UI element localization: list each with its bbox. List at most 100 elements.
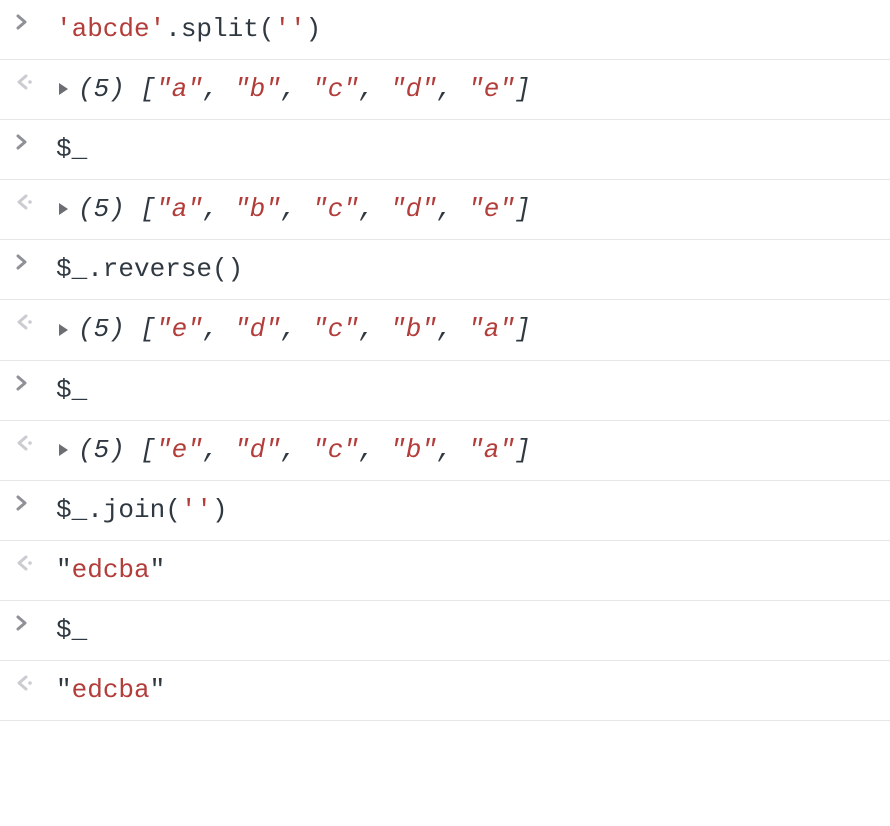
code-token: "e" [468,194,515,224]
row-gutter [14,613,42,633]
code-token: , [203,435,234,465]
code-token: , [437,435,468,465]
code-token: " [56,675,72,705]
row-gutter [14,72,42,92]
code-token: [ [140,74,156,104]
expand-toggle[interactable] [56,80,70,98]
console-output-row: (5) ["e", "d", "c", "b", "a"] [0,300,890,360]
code-token: "d" [390,74,437,104]
code-token: "b" [234,194,281,224]
row-gutter [14,553,42,573]
chevron-right-icon [14,493,30,513]
code-token: , [359,194,390,224]
code-token: ] [515,314,531,344]
code-token: [ [140,314,156,344]
code-token: " [150,675,166,705]
code-token: , [359,314,390,344]
code-token: $_ [56,375,87,405]
code-token: , [203,314,234,344]
expand-triangle-icon [56,80,70,98]
console-input-row: $_ [0,361,890,421]
code-token: 'abcde' [56,14,165,44]
row-gutter [14,252,42,272]
code-token: ] [515,194,531,224]
code-token: "b" [390,435,437,465]
output-icon [14,312,34,332]
input-content[interactable]: $_.join('') [56,493,872,528]
code-token: , [281,194,312,224]
console-output-row: "edcba" [0,541,890,601]
code-token: ) [212,495,228,525]
code-token: , [281,435,312,465]
expand-triangle-icon [56,200,70,218]
row-gutter [14,373,42,393]
code-token: $_.reverse() [56,254,243,284]
code-token: '' [274,14,305,44]
code-token: '' [181,495,212,525]
output-icon [14,72,34,92]
chevron-right-icon [14,373,30,393]
input-content[interactable]: $_ [56,132,872,167]
code-token: "c" [312,74,359,104]
code-token: "d" [390,194,437,224]
code-token: "a" [468,435,515,465]
output-icon [14,192,34,212]
code-token: "d" [234,435,281,465]
console-input-row: $_.join('') [0,481,890,541]
code-token: "c" [312,314,359,344]
code-token: $_.join( [56,495,181,525]
code-token: "e" [156,314,203,344]
code-token: (5) [78,435,140,465]
output-content: "edcba" [56,673,872,708]
console-input-row: $_.reverse() [0,240,890,300]
row-gutter [14,673,42,693]
code-token: "a" [156,74,203,104]
code-token: "a" [468,314,515,344]
input-content[interactable]: $_.reverse() [56,252,872,287]
code-token: "c" [312,194,359,224]
console-output-row: "edcba" [0,661,890,721]
code-token: , [437,194,468,224]
row-gutter [14,12,42,32]
code-token: , [437,74,468,104]
row-gutter [14,132,42,152]
code-token: $_ [56,134,87,164]
row-gutter [14,493,42,513]
code-token: [ [140,194,156,224]
output-content: "edcba" [56,553,872,588]
expand-toggle[interactable] [56,321,70,339]
code-token: , [281,314,312,344]
console-output-row: (5) ["e", "d", "c", "b", "a"] [0,421,890,481]
code-token: edcba [72,675,150,705]
code-token: " [56,555,72,585]
code-token: , [281,74,312,104]
console-input-row: $_ [0,601,890,661]
code-token: (5) [78,314,140,344]
output-icon [14,553,34,573]
console-output-row: (5) ["a", "b", "c", "d", "e"] [0,60,890,120]
expand-triangle-icon [56,441,70,459]
console-output-row: (5) ["a", "b", "c", "d", "e"] [0,180,890,240]
chevron-right-icon [14,252,30,272]
expand-toggle[interactable] [56,441,70,459]
console-input-row: $_ [0,120,890,180]
chevron-right-icon [14,12,30,32]
code-token: "b" [390,314,437,344]
code-token: $_ [56,615,87,645]
console-input-row: 'abcde'.split('') [0,0,890,60]
code-token: "a" [156,194,203,224]
input-content[interactable]: $_ [56,613,872,648]
chevron-right-icon [14,132,30,152]
input-content[interactable]: 'abcde'.split('') [56,12,872,47]
code-token: "b" [234,74,281,104]
console-log: 'abcde'.split('')(5) ["a", "b", "c", "d"… [0,0,890,721]
input-content[interactable]: $_ [56,373,872,408]
code-token: , [359,435,390,465]
code-token: .split( [165,14,274,44]
output-content: (5) ["a", "b", "c", "d", "e"] [56,72,872,107]
code-token: , [437,314,468,344]
expand-toggle[interactable] [56,200,70,218]
code-token: [ [140,435,156,465]
code-token: ] [515,435,531,465]
code-token: , [203,194,234,224]
